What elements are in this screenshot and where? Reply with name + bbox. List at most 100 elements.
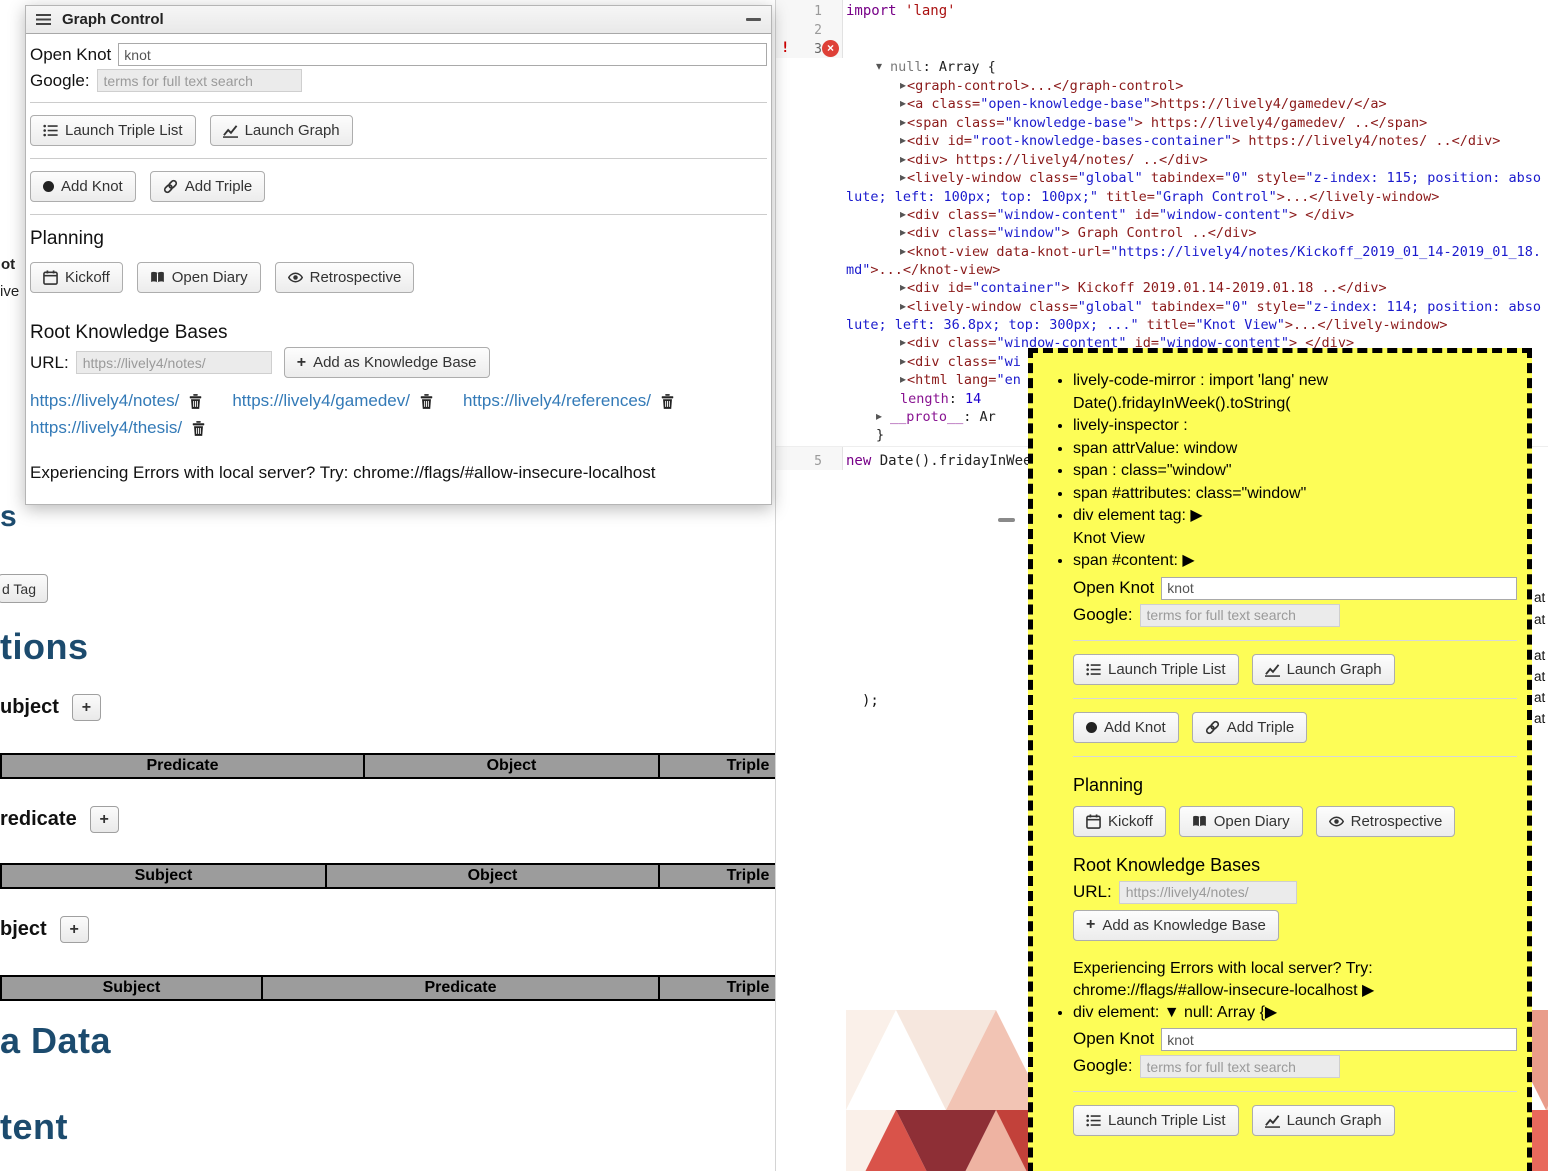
divider	[1073, 756, 1517, 757]
graph-control-window: Graph Control Open Knot Google: Launch T…	[25, 5, 772, 505]
probe-item-inspector: lively-inspector :	[1073, 415, 1517, 438]
inspector-tree-line[interactable]: ▶<a class="open-knowledge-base">https://…	[776, 95, 1548, 114]
url-label: URL:	[30, 353, 69, 373]
inspector-tree-line[interactable]: ▶<div class="window-content" id="window-…	[776, 206, 1548, 225]
window-titlebar[interactable]: Graph Control	[26, 6, 771, 34]
inspector-tree-line[interactable]: ▶<span class="knowledge-base"> https://l…	[776, 114, 1548, 133]
kb-link-thesis[interactable]: https://lively4/thesis/	[30, 418, 182, 438]
probe-item-code-mirror: lively-code-mirror : import 'lang' new D…	[1073, 370, 1517, 415]
knowledge-base-link-item: https://lively4/thesis/	[30, 418, 205, 438]
kb-link-gamedev[interactable]: https://lively4/gamedev/	[232, 391, 410, 411]
launch-triple-list-button[interactable]: Launch Triple List	[1073, 1105, 1239, 1136]
trash-icon[interactable]	[189, 394, 202, 409]
object-heading: bject	[0, 918, 47, 941]
embedded-graph-control-widget-2: Open Knot Google: Launch Triple List	[1073, 1028, 1517, 1136]
divider	[30, 214, 767, 215]
clipped-text-fragment: ot	[1, 256, 15, 273]
inspector-tree-line[interactable]: ▶<div class="window"> Graph Control ..</…	[776, 224, 1548, 243]
open-knot-input[interactable]	[1161, 577, 1517, 600]
window-menu-icon[interactable]	[36, 14, 51, 25]
eye-icon	[288, 270, 303, 285]
launch-graph-button[interactable]: Launch Graph	[210, 115, 353, 146]
inspector-tree-line[interactable]: ▼ null: Array {	[776, 58, 1548, 77]
clipped-text-fragment: ive	[0, 283, 19, 300]
google-label: Google:	[30, 71, 90, 91]
inspector-tree-line[interactable]: ▶<lively-window class="global" tabindex=…	[776, 298, 1548, 335]
divider	[1073, 640, 1517, 641]
knowledge-base-links: https://lively4/notes/ https://lively4/g…	[30, 391, 767, 438]
knowledge-base-link-item: https://lively4/references/	[463, 391, 674, 411]
subject-predicate-table: Subject Predicate Triple	[0, 975, 838, 1001]
inspector-tree-line[interactable]: ▶<div id="container"> Kickoff 2019.01.14…	[776, 279, 1548, 298]
probe-item-span-content[interactable]: span #content: ▶ Open Knot Google:	[1073, 550, 1517, 1002]
open-diary-button[interactable]: Open Diary	[137, 262, 261, 293]
trash-icon[interactable]	[661, 394, 674, 409]
table-header-cell: Subject	[1, 976, 262, 1000]
kb-link-references[interactable]: https://lively4/references/	[463, 391, 651, 411]
local-server-error-note: Experiencing Errors with local server? T…	[1073, 958, 1517, 1002]
list-icon	[1086, 662, 1101, 677]
inspector-tree-line[interactable]: ▶<div id="root-knowledge-bases-container…	[776, 132, 1548, 151]
list-icon	[1086, 1113, 1101, 1128]
open-knot-input[interactable]	[1161, 1028, 1517, 1051]
root-knowledge-bases-heading: Root Knowledge Bases	[1073, 854, 1517, 877]
probe-item-div-tag[interactable]: div element tag: ▶ Knot View	[1073, 505, 1517, 550]
google-search-input[interactable]	[1140, 604, 1340, 627]
kb-url-input[interactable]	[1119, 881, 1297, 904]
inspector-tree-line[interactable]: ▶<lively-window class="global" tabindex=…	[776, 169, 1548, 206]
add-triple-button[interactable]: Add Triple	[1192, 712, 1308, 743]
link-icon	[1205, 720, 1220, 735]
trash-icon[interactable]	[420, 394, 433, 409]
plus-icon: +	[1086, 916, 1095, 934]
add-knot-button[interactable]: Add Knot	[1073, 712, 1179, 743]
add-object-button[interactable]: +	[60, 916, 89, 943]
inspector-tree-line[interactable]: ▶<knot-view data-knot-url="https://livel…	[776, 243, 1548, 280]
table-header-cell: Predicate	[1, 754, 364, 778]
retrospective-button[interactable]: Retrospective	[1316, 806, 1456, 837]
probe-item-span-attributes: span #attributes: class="window"	[1073, 483, 1517, 506]
divider	[30, 158, 767, 159]
url-label: URL:	[1073, 881, 1112, 904]
kickoff-button[interactable]: Kickoff	[1073, 806, 1166, 837]
retrospective-button[interactable]: Retrospective	[275, 262, 415, 293]
inspector-tree-line[interactable]: ▶<div> https://lively4/notes/ ..</div>	[776, 151, 1548, 170]
knowledge-base-link-item: https://lively4/gamedev/	[232, 391, 433, 411]
subject-section-row: ubject +	[0, 694, 101, 721]
table-header-cell: Object	[326, 864, 659, 888]
google-label: Google:	[1073, 604, 1133, 627]
knowledge-base-link-item: https://lively4/notes/	[30, 391, 202, 411]
planning-heading: Planning	[30, 228, 767, 250]
open-knot-input[interactable]	[118, 43, 767, 66]
open-diary-button[interactable]: Open Diary	[1179, 806, 1303, 837]
kb-url-input[interactable]	[76, 351, 272, 374]
kickoff-button[interactable]: Kickoff	[30, 262, 123, 293]
launch-graph-button[interactable]: Launch Graph	[1252, 1105, 1395, 1136]
add-knowledge-base-button[interactable]: + Add as Knowledge Base	[284, 347, 490, 378]
code-close-paren[interactable]: );	[862, 692, 879, 711]
clipped-text-fragment: at	[1534, 590, 1545, 605]
error-gutter-mark: !	[781, 40, 789, 56]
add-subject-button[interactable]: +	[72, 694, 101, 721]
launch-triple-list-button[interactable]: Launch Triple List	[30, 115, 196, 146]
add-triple-button[interactable]: Add Triple	[150, 171, 266, 202]
trash-icon[interactable]	[192, 421, 205, 436]
add-knot-button[interactable]: Add Knot	[30, 171, 136, 202]
root-knowledge-bases-heading: Root Knowledge Bases	[30, 322, 767, 344]
inspector-tree-line[interactable]: ▶<graph-control>...</graph-control>	[776, 77, 1548, 96]
add-predicate-button[interactable]: +	[90, 806, 119, 833]
launch-graph-button[interactable]: Launch Graph	[1252, 654, 1395, 685]
add-knowledge-base-button[interactable]: + Add as Knowledge Base	[1073, 910, 1279, 941]
probe-item-div-element[interactable]: div element: ▼ null: Array {▶ Open Knot …	[1073, 1002, 1517, 1137]
planning-heading: Planning	[1073, 774, 1517, 797]
table-header-cell: Object	[364, 754, 659, 778]
circle-icon	[43, 181, 54, 192]
probe-log-list: lively-code-mirror : import 'lang' new D…	[1039, 370, 1517, 1136]
embedded-minimize-button[interactable]	[998, 518, 1015, 522]
google-search-input[interactable]	[97, 69, 302, 92]
add-tag-button[interactable]: d Tag	[0, 574, 48, 603]
window-minimize-button[interactable]	[746, 18, 761, 21]
kb-link-notes[interactable]: https://lively4/notes/	[30, 391, 179, 411]
code-line-1[interactable]: import 'lang'	[846, 2, 956, 21]
google-search-input[interactable]	[1140, 1055, 1340, 1078]
launch-triple-list-button[interactable]: Launch Triple List	[1073, 654, 1239, 685]
